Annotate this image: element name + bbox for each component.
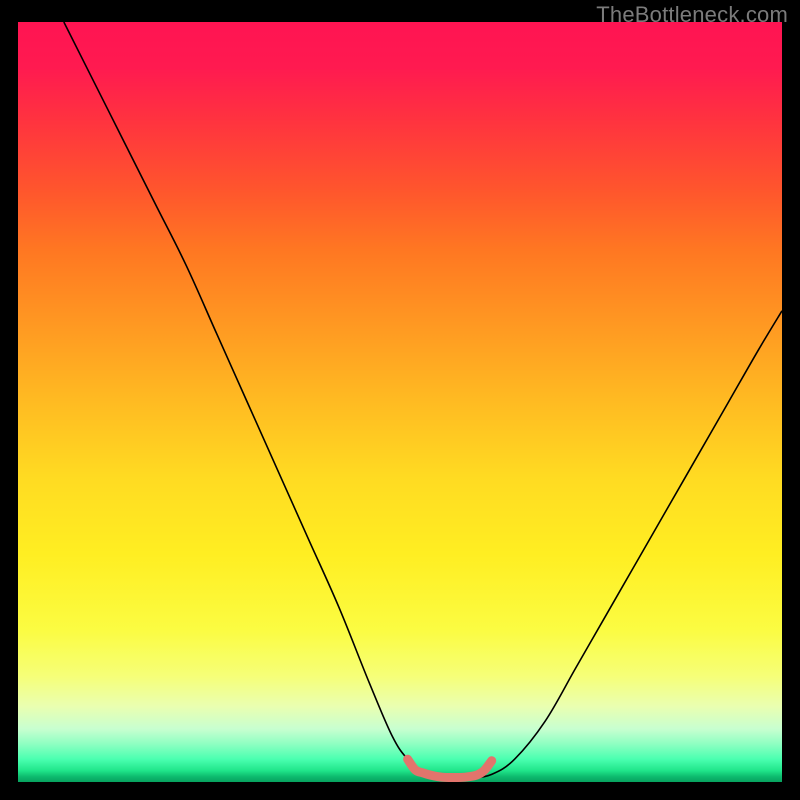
chart-overlay [18,22,782,782]
optimal-zone-highlight [408,759,492,777]
chart-frame: TheBottleneck.com [0,0,800,800]
bottleneck-curve [64,22,782,778]
watermark-text: TheBottleneck.com [596,2,788,28]
